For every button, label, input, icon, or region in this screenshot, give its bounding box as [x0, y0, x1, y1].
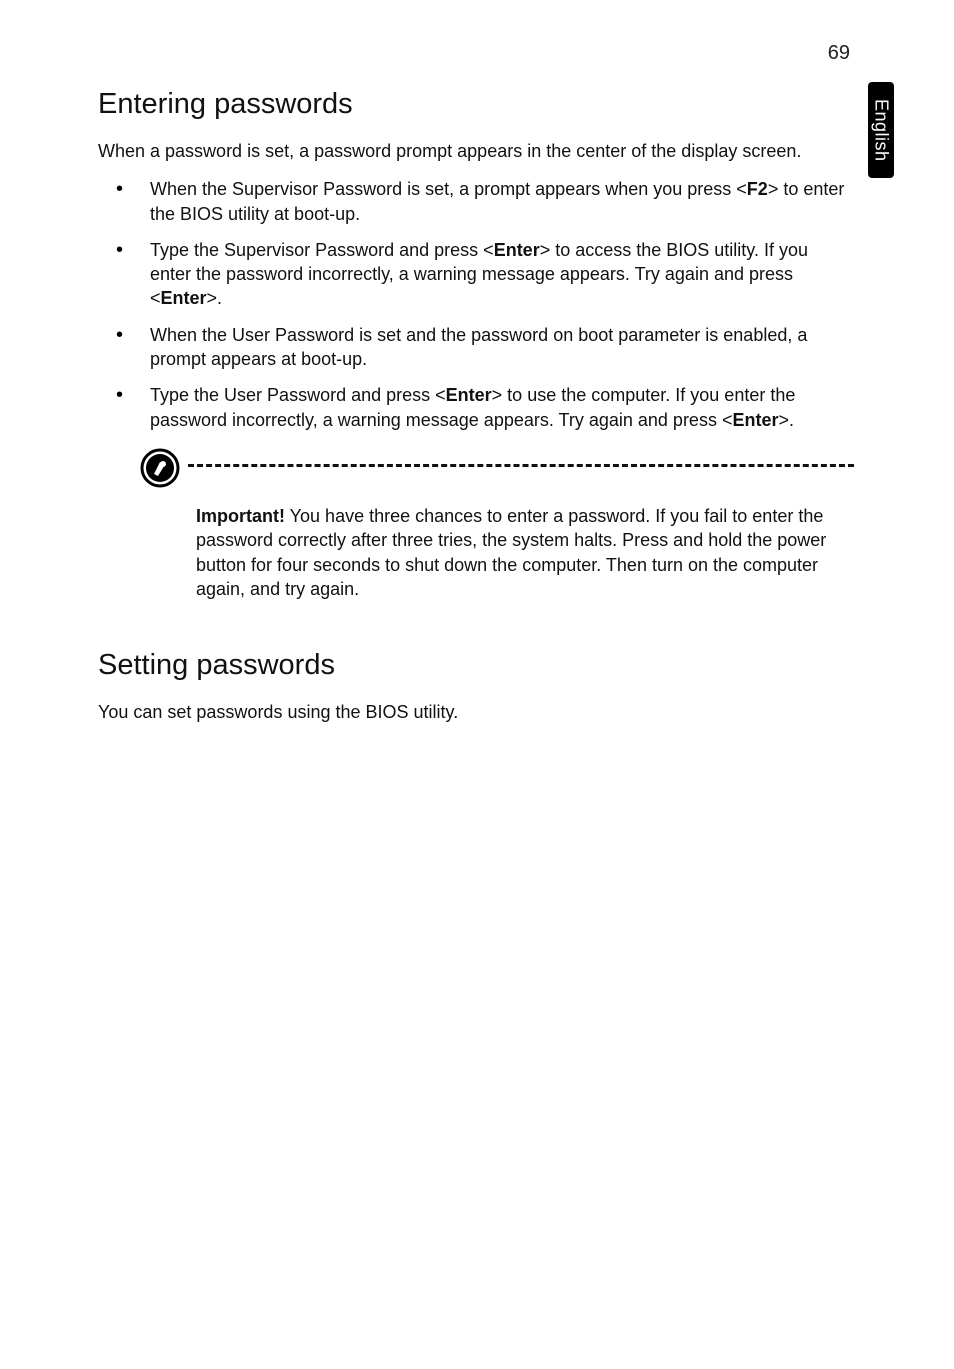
list-item: Type the Supervisor Password and press <… [98, 238, 854, 311]
key-enter: Enter [161, 288, 207, 308]
note-text: Important! You have three chances to ent… [196, 504, 854, 601]
bullet-list: When the Supervisor Password is set, a p… [98, 177, 854, 432]
note-label: Important! [196, 506, 285, 526]
page: 69 English Entering passwords When a pas… [0, 0, 954, 1369]
list-item: Type the User Password and press <Enter>… [98, 383, 854, 432]
intro-setting: You can set passwords using the BIOS uti… [98, 700, 854, 724]
key-enter: Enter [732, 410, 778, 430]
text: >. [778, 410, 794, 430]
heading-entering-passwords: Entering passwords [98, 88, 854, 121]
text: Type the Supervisor Password and press < [150, 240, 494, 260]
key-enter: Enter [494, 240, 540, 260]
key-f2: F2 [747, 179, 768, 199]
text: >. [207, 288, 223, 308]
divider-dashed [188, 464, 854, 467]
pin-icon [140, 448, 180, 488]
list-item: When the User Password is set and the pa… [98, 323, 854, 372]
key-enter: Enter [446, 385, 492, 405]
language-tab: English [868, 82, 894, 178]
list-item: When the Supervisor Password is set, a p… [98, 177, 854, 226]
text: When the User Password is set and the pa… [150, 325, 807, 369]
intro-entering: When a password is set, a password promp… [98, 139, 854, 163]
language-label: English [871, 99, 892, 162]
text: When the Supervisor Password is set, a p… [150, 179, 747, 199]
note-block: Important! You have three chances to ent… [98, 448, 854, 601]
text: Type the User Password and press < [150, 385, 446, 405]
heading-setting-passwords: Setting passwords [98, 649, 854, 682]
note-body: You have three chances to enter a passwo… [196, 506, 826, 599]
page-number: 69 [828, 42, 850, 65]
